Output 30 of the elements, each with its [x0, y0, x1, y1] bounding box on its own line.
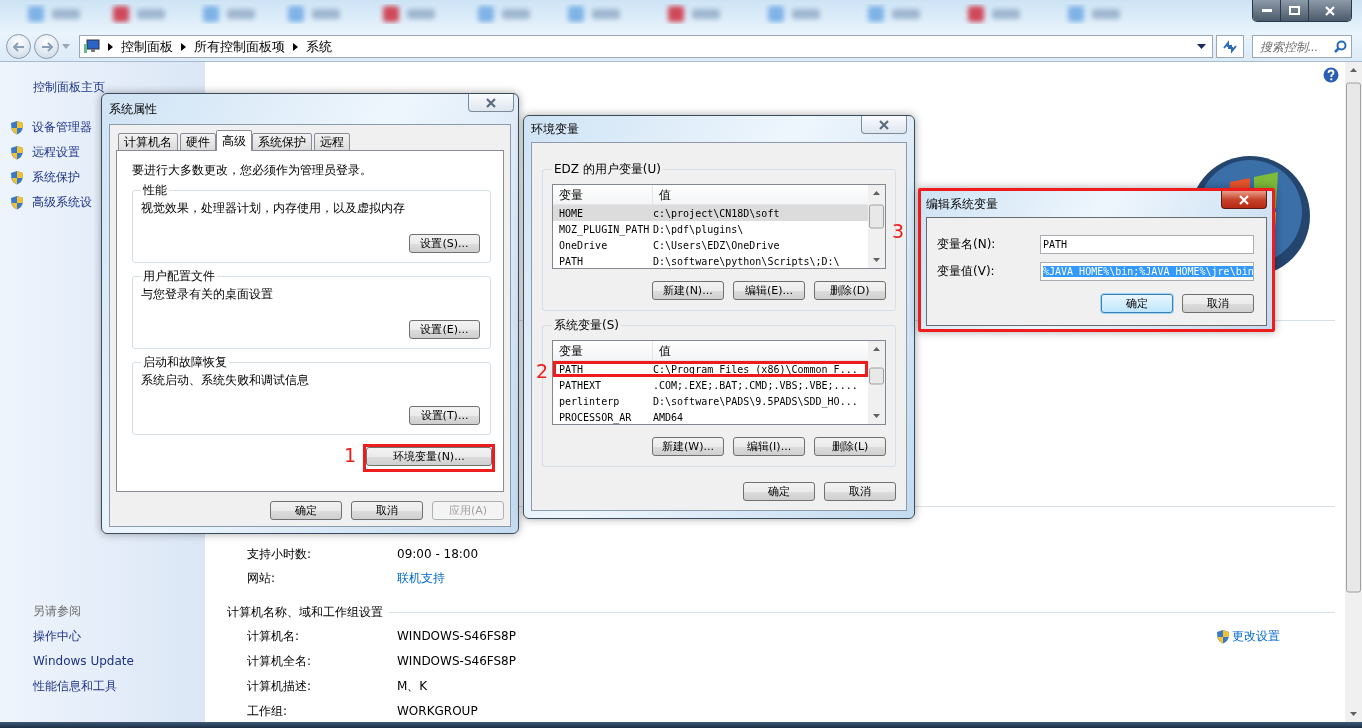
annotation-number: 1: [344, 445, 357, 465]
info-label: 计算机全名:: [247, 654, 313, 669]
dialog-title: 编辑系统变量: [926, 196, 998, 213]
group-title: 系统变量(S): [553, 317, 620, 333]
annotation-number: 2: [536, 361, 549, 381]
info-value: WINDOWS-S46FS8P: [397, 629, 516, 644]
group-title: 用户配置文件: [142, 268, 216, 284]
info-value: WINDOWS-S46FS8P: [397, 654, 516, 669]
section-title: 计算机名称、域和工作组设置: [227, 603, 383, 621]
dialog-title: 系统属性: [109, 101, 157, 118]
annotation-number: 3: [892, 221, 905, 241]
info-value: M、K: [397, 679, 428, 694]
field-label: 变量值(V):: [937, 263, 996, 280]
info-label: 网站:: [247, 569, 277, 587]
notice-text: 要进行大多数更改，您必须作为管理员登录。: [132, 162, 373, 178]
group-description: 系统启动、系统失败和调试信息: [141, 372, 310, 388]
info-label: 计算机名:: [247, 629, 301, 644]
info-label: 工作组:: [247, 704, 289, 719]
info-label: 支持小时数:: [247, 545, 313, 563]
group-description: 与您登录有关的桌面设置: [141, 286, 274, 302]
info-label: 计算机描述:: [247, 679, 313, 694]
group-description: 视觉效果，处理器计划，内存使用，以及虚拟内存: [141, 200, 406, 216]
field-label: 变量名(N):: [937, 236, 997, 253]
info-value: WORKGROUP: [397, 704, 478, 719]
group-title: 性能: [142, 182, 168, 198]
group-title: EDZ 的用户变量(U): [553, 161, 662, 177]
see-also-heading: 另请参阅: [33, 603, 82, 620]
dialog-title: 环境变量: [531, 121, 579, 138]
group-title: 启动和故障恢复: [142, 354, 228, 370]
info-value: 09:00 - 18:00: [397, 547, 479, 561]
